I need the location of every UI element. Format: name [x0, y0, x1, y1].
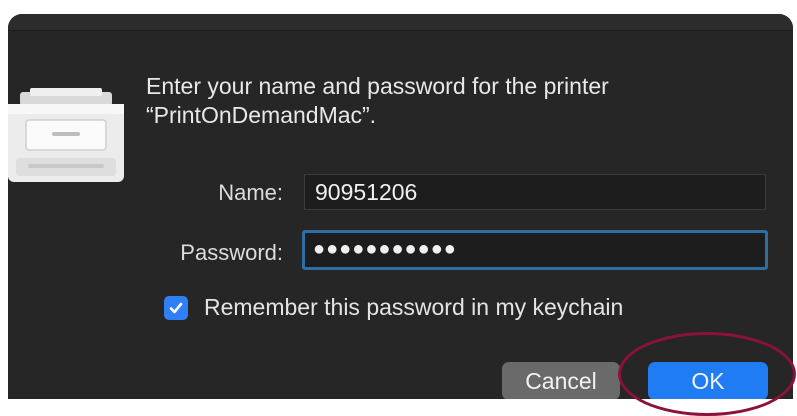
dialog-message-line-1: Enter your name and password for the pri… [146, 73, 609, 99]
dialog-message-line-2: “PrintOnDemandMac”. [146, 102, 377, 128]
ok-button[interactable]: OK [648, 362, 768, 399]
name-field[interactable]: 90951206 [304, 174, 766, 210]
dialog-top-edge [8, 14, 793, 31]
password-field[interactable]: ●●●●●●●●●●● [302, 230, 768, 270]
dialog-message: Enter your name and password for the pri… [146, 72, 766, 130]
name-label: Name: [218, 180, 283, 205]
password-dialog: Enter your name and password for the pri… [8, 14, 793, 399]
cancel-button[interactable]: Cancel [502, 362, 620, 399]
remember-password-row[interactable]: Remember this password in my keychain [164, 294, 623, 321]
printer-icon [8, 88, 124, 182]
checkmark-icon [169, 302, 183, 313]
remember-password-label: Remember this password in my keychain [204, 294, 624, 320]
remember-password-checkbox[interactable] [164, 295, 188, 320]
password-label: Password: [180, 240, 283, 265]
